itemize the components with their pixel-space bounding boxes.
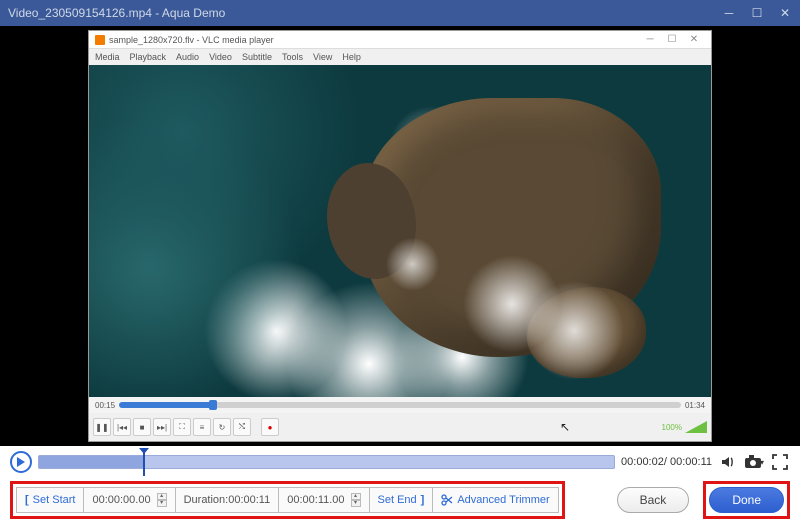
vlc-shuffle-icon[interactable]: ⤭	[233, 418, 251, 436]
play-button[interactable]	[10, 451, 32, 473]
progress-bar[interactable]	[38, 455, 615, 469]
vlc-playlist-icon[interactable]: ≡	[193, 418, 211, 436]
vlc-menu-item[interactable]: Audio	[176, 52, 199, 62]
scissors-icon	[441, 494, 453, 506]
done-button[interactable]: Done	[709, 487, 784, 513]
advanced-trimmer-button[interactable]: Advanced Trimmer	[433, 487, 558, 513]
playback-time: 00:00:02/ 00:00:11	[621, 456, 712, 468]
vlc-seekbar[interactable]: 00:15 01:34	[89, 397, 711, 413]
titlebar: Video_230509154126.mp4 - Aqua Demo ─ ☐ ✕	[0, 0, 800, 26]
chevron-down-icon[interactable]: ▾	[157, 500, 167, 507]
vlc-maximize-icon[interactable]: ☐	[661, 34, 683, 45]
vlc-volume-icon[interactable]	[685, 421, 707, 433]
vlc-minimize-icon[interactable]: ─	[639, 34, 661, 45]
vlc-menu-item[interactable]: Tools	[282, 52, 303, 62]
duration-display: Duration:00:00:11	[176, 487, 280, 513]
volume-icon[interactable]	[718, 452, 738, 472]
vlc-fullscreen-icon[interactable]: ⛶	[173, 418, 191, 436]
vlc-menu-item[interactable]: Subtitle	[242, 52, 272, 62]
progress-handle[interactable]	[143, 450, 145, 476]
set-end-button[interactable]: Set End ]	[370, 487, 434, 513]
done-button-highlight: Done	[703, 481, 790, 519]
maximize-button[interactable]: ☐	[750, 6, 764, 20]
window-title: Video_230509154126.mp4 - Aqua Demo	[8, 6, 722, 20]
start-time-field[interactable]: 00:00:00.00 ▴▾	[84, 487, 175, 513]
vlc-menubar: Media Playback Audio Video Subtitle Tool…	[89, 49, 711, 65]
minimize-button[interactable]: ─	[722, 6, 736, 20]
vlc-volume-percent: 100%	[662, 423, 682, 432]
video-preview-area: sample_1280x720.flv - VLC media player ─…	[0, 26, 800, 446]
chevron-up-icon[interactable]: ▴	[157, 493, 167, 500]
vlc-prev-icon[interactable]: |◂◂	[113, 418, 131, 436]
vlc-controls: ❚❚ |◂◂ ■ ▸▸| ⛶ ≡ ↻ ⤭ ● 100%	[89, 413, 711, 441]
vlc-menu-item[interactable]: Playback	[130, 52, 167, 62]
embedded-vlc-window: sample_1280x720.flv - VLC media player ─…	[88, 30, 712, 442]
vlc-menu-item[interactable]: View	[313, 52, 332, 62]
trim-controls-highlight: [ Set Start 00:00:00.00 ▴▾ Duration:00:0…	[10, 481, 565, 519]
chevron-down-icon[interactable]: ▾	[351, 500, 361, 507]
vlc-record-icon[interactable]: ●	[261, 418, 279, 436]
bottom-control-strip: 00:00:02/ 00:00:11 ▾ [ Set Start 00:00:0…	[0, 446, 800, 526]
close-button[interactable]: ✕	[778, 6, 792, 20]
vlc-titlebar: sample_1280x720.flv - VLC media player ─…	[89, 31, 711, 49]
vlc-loop-icon[interactable]: ↻	[213, 418, 231, 436]
vlc-video-canvas	[89, 65, 711, 397]
snapshot-icon[interactable]: ▾	[744, 452, 764, 472]
vlc-menu-item[interactable]: Help	[342, 52, 361, 62]
vlc-pause-icon[interactable]: ❚❚	[93, 418, 111, 436]
vlc-time-total: 01:34	[685, 401, 705, 410]
vlc-cone-icon	[95, 35, 105, 45]
vlc-menu-item[interactable]: Video	[209, 52, 232, 62]
set-start-button[interactable]: [ Set Start	[16, 487, 84, 513]
end-time-field[interactable]: 00:00:11.00 ▴▾	[279, 487, 369, 513]
vlc-track[interactable]	[119, 402, 681, 408]
back-button[interactable]: Back	[617, 487, 690, 513]
vlc-time-current: 00:15	[95, 401, 115, 410]
vlc-title-text: sample_1280x720.flv - VLC media player	[109, 35, 274, 45]
vlc-close-icon[interactable]: ✕	[683, 34, 705, 45]
chevron-up-icon[interactable]: ▴	[351, 493, 361, 500]
vlc-stop-icon[interactable]: ■	[133, 418, 151, 436]
vlc-menu-item[interactable]: Media	[95, 52, 120, 62]
vlc-next-icon[interactable]: ▸▸|	[153, 418, 171, 436]
fullscreen-icon[interactable]	[770, 452, 790, 472]
